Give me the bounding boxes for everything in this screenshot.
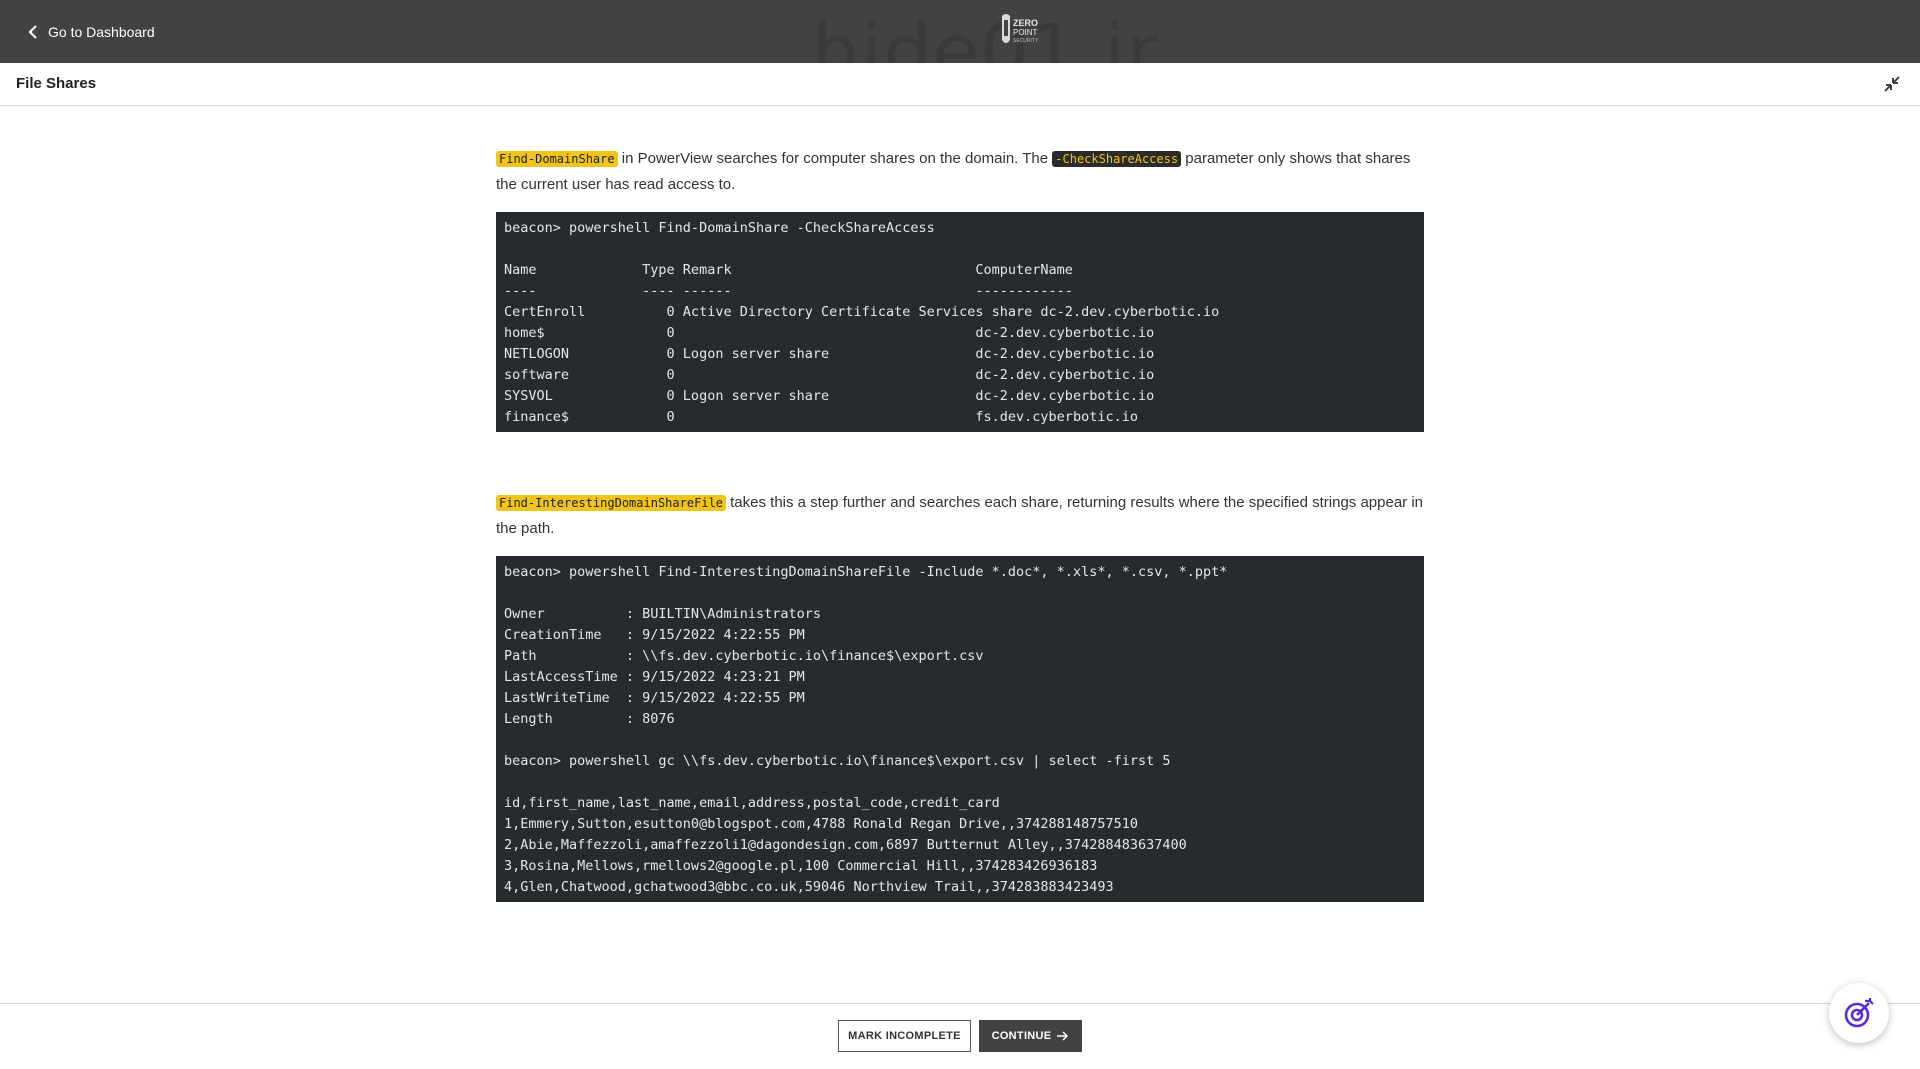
- mark-incomplete-label: MARK INCOMPLETE: [848, 1030, 961, 1042]
- chevron-left-icon: [28, 25, 37, 39]
- help-fab-button[interactable]: [1829, 983, 1889, 1043]
- inline-code-find-domainshare: Find-DomainShare: [496, 151, 618, 167]
- code-block-find-interestingdomainsharefile: beacon> powershell Find-InterestingDomai…: [496, 556, 1424, 902]
- page-header: File Shares: [0, 63, 1920, 106]
- svg-text:SECURITY: SECURITY: [1013, 38, 1039, 44]
- lesson-content: Find-DomainShare in PowerView searches f…: [496, 146, 1424, 902]
- continue-label: CONTINUE: [991, 1030, 1052, 1042]
- svg-text:POINT: POINT: [1013, 28, 1038, 37]
- go-to-dashboard-link[interactable]: Go to Dashboard: [28, 20, 155, 44]
- top-bar: Go to Dashboard hide01.ir ZERO POINT SEC…: [0, 0, 1920, 90]
- arrow-right-icon: [1057, 1031, 1069, 1041]
- go-to-dashboard-label: Go to Dashboard: [48, 24, 155, 40]
- collapse-icon[interactable]: [1882, 74, 1902, 94]
- mark-incomplete-button[interactable]: MARK INCOMPLETE: [838, 1020, 971, 1052]
- paragraph-find-interestingdomainsharefile: Find-InterestingDomainShareFile takes th…: [496, 490, 1424, 542]
- zero-point-security-logo: ZERO POINT SECURITY: [1002, 14, 1039, 44]
- page-title: File Shares: [16, 75, 97, 92]
- paragraph-text: in PowerView searches for computer share…: [617, 150, 1053, 167]
- paragraph-find-domainshare: Find-DomainShare in PowerView searches f…: [496, 146, 1424, 198]
- lesson-footer: MARK INCOMPLETE CONTINUE: [0, 1003, 1920, 1069]
- continue-button[interactable]: CONTINUE: [979, 1020, 1082, 1052]
- svg-text:ZERO: ZERO: [1013, 18, 1038, 28]
- inline-code-find-interestingdomainsharefile: Find-InterestingDomainShareFile: [496, 495, 726, 511]
- code-block-find-domainshare: beacon> powershell Find-DomainShare -Che…: [496, 212, 1424, 432]
- target-icon: [1844, 998, 1874, 1028]
- inline-code-checkshareaccess: -CheckShareAccess: [1052, 151, 1182, 167]
